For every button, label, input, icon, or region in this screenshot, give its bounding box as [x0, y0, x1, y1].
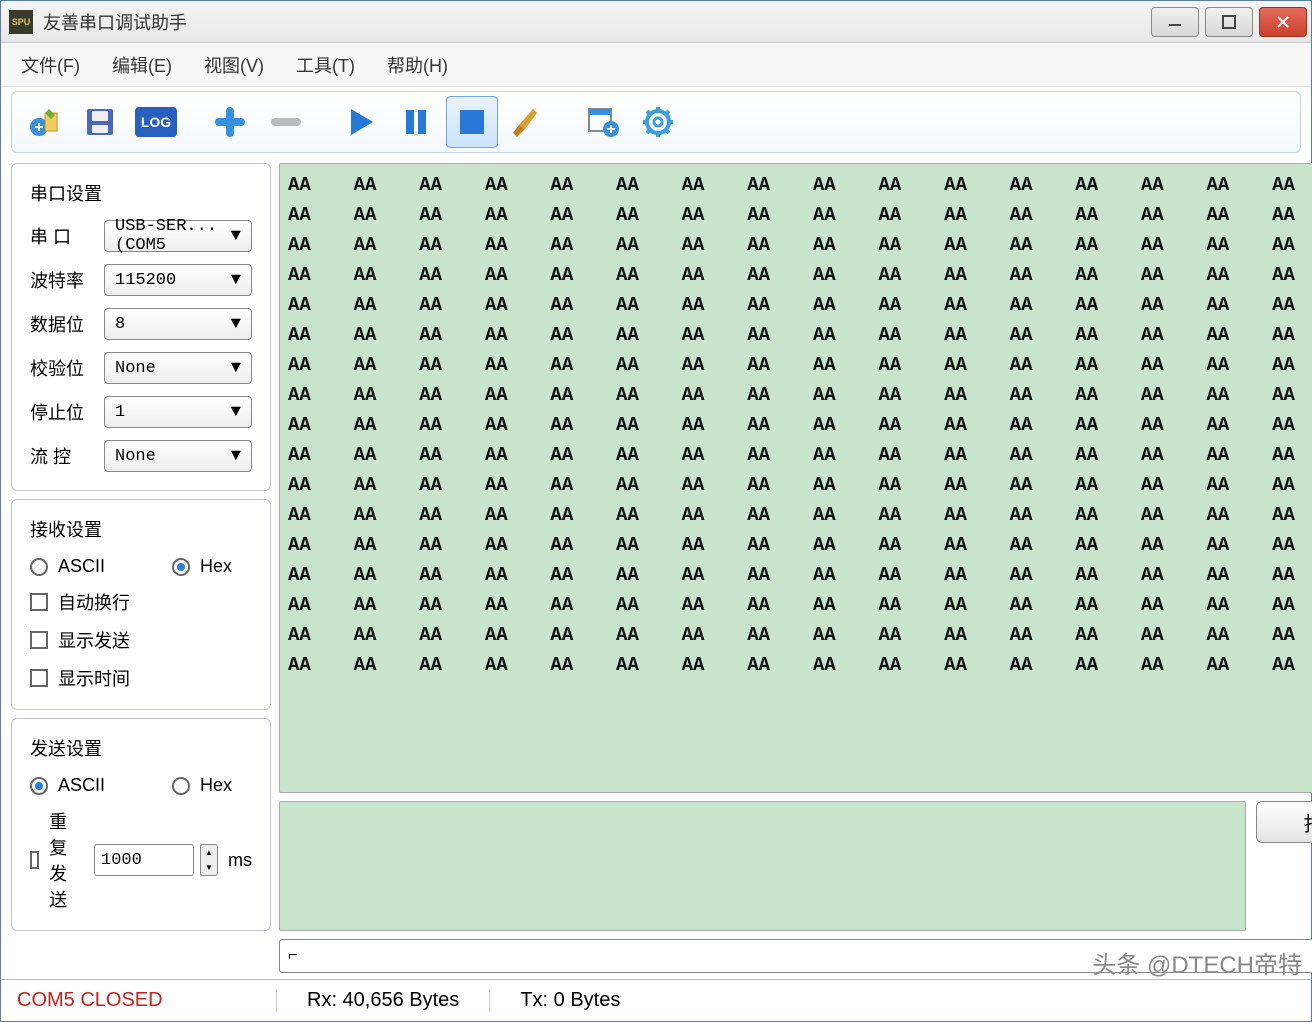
pause-button[interactable] — [390, 96, 442, 148]
show-send-checkbox[interactable] — [30, 631, 48, 649]
send-settings-panel: 发送设置 ASCII Hex 重复发送 1000 ▲▼ ms — [11, 718, 271, 931]
flow-label: 流 控 — [30, 443, 104, 469]
chevron-down-icon: ▼ — [231, 227, 241, 246]
stop-bits-select[interactable]: 1▼ — [104, 396, 252, 428]
rx-ascii-label: ASCII — [58, 556, 105, 577]
spin-up-icon: ▲ — [201, 845, 217, 860]
show-time-checkbox[interactable] — [30, 669, 48, 687]
show-send-label: 显示发送 — [58, 627, 130, 653]
toolbar: LOG — [11, 91, 1301, 153]
chevron-down-icon: ▼ — [231, 271, 241, 290]
minus-button[interactable] — [260, 96, 312, 148]
auto-wrap-label: 自动换行 — [58, 589, 130, 615]
menu-help[interactable]: 帮助(H) — [387, 52, 448, 78]
window-controls — [1145, 7, 1307, 37]
port-select[interactable]: USB-SER...(COM5▼ — [104, 220, 252, 252]
receive-settings-panel: 接收设置 ASCII Hex 自动换行 显示发送 显示时间 — [11, 499, 271, 710]
tx-hex-label: Hex — [200, 775, 232, 796]
flow-select[interactable]: None▼ — [104, 440, 252, 472]
repeat-send-checkbox[interactable] — [30, 851, 39, 869]
plus-button[interactable] — [204, 96, 256, 148]
menu-file[interactable]: 文件(F) — [21, 52, 80, 78]
stop-bits-label: 停止位 — [30, 399, 104, 425]
app-icon: SPU — [9, 10, 33, 34]
repeat-send-label: 重复发送 — [49, 808, 76, 912]
auto-wrap-checkbox[interactable] — [30, 593, 48, 611]
spin-down-icon: ▼ — [201, 860, 217, 875]
main-area: AA AA AA AA AA AA AA AA AA AA AA AA AA A… — [279, 163, 1312, 973]
rx-hex-radio[interactable] — [172, 558, 190, 576]
settings-button[interactable] — [632, 96, 684, 148]
sidebar: 串口设置 串 口 USB-SER...(COM5▼ 波特率 115200▼ 数据… — [11, 163, 271, 973]
stop-icon — [455, 105, 489, 139]
menu-tools[interactable]: 工具(T) — [296, 52, 355, 78]
data-bits-label: 数据位 — [30, 311, 104, 337]
parity-select[interactable]: None▼ — [104, 352, 252, 384]
chevron-down-icon: ▼ — [231, 315, 241, 334]
status-rx: Rx: 40,656 Bytes — [307, 989, 490, 1012]
rx-hex-label: Hex — [200, 556, 232, 577]
port-label: 串 口 — [30, 223, 104, 249]
repeat-interval-spinner[interactable]: ▲▼ — [200, 844, 218, 876]
menu-edit[interactable]: 编辑(E) — [112, 52, 172, 78]
menubar: 文件(F) 编辑(E) 视图(V) 工具(T) 帮助(H) — [1, 43, 1311, 87]
window-plus-icon — [585, 105, 619, 139]
gear-icon — [641, 105, 675, 139]
save-button[interactable] — [74, 96, 126, 148]
close-icon — [1275, 14, 1291, 30]
new-window-button[interactable] — [576, 96, 628, 148]
tx-hex-radio[interactable] — [172, 777, 190, 795]
tx-ascii-radio[interactable] — [30, 777, 48, 795]
data-bits-select[interactable]: 8▼ — [104, 308, 252, 340]
receive-display[interactable]: AA AA AA AA AA AA AA AA AA AA AA AA AA A… — [279, 163, 1312, 793]
watermark: 头条 @DTECH帝特 — [1092, 945, 1302, 980]
send-settings-title: 发送设置 — [30, 735, 252, 761]
chevron-down-icon: ▼ — [231, 359, 241, 378]
window-title: 友善串口调试助手 — [43, 9, 1145, 35]
broom-icon — [511, 105, 545, 139]
baud-select[interactable]: 115200▼ — [104, 264, 252, 296]
stop-button[interactable] — [446, 96, 498, 148]
minus-icon — [269, 105, 303, 139]
serial-settings-title: 串口设置 — [30, 180, 252, 206]
baud-label: 波特率 — [30, 267, 104, 293]
content-area: 串口设置 串 口 USB-SER...(COM5▼ 波特率 115200▼ 数据… — [1, 157, 1311, 979]
chevron-down-icon: ▼ — [231, 403, 241, 422]
serial-settings-panel: 串口设置 串 口 USB-SER...(COM5▼ 波特率 115200▼ 数据… — [11, 163, 271, 491]
status-tx: Tx: 0 Bytes — [520, 989, 620, 1012]
status-port: COM5 CLOSED — [17, 989, 277, 1012]
titlebar: SPU 友善串口调试助手 — [1, 1, 1311, 43]
chevron-down-icon: ▼ — [231, 447, 241, 466]
open-port-button[interactable]: 打开 — [1256, 801, 1312, 843]
maximize-button[interactable] — [1205, 7, 1253, 37]
clear-button[interactable] — [502, 96, 554, 148]
svg-text:LOG: LOG — [141, 114, 171, 130]
receive-settings-title: 接收设置 — [30, 516, 252, 542]
add-port-button[interactable] — [18, 96, 70, 148]
plus-icon — [213, 105, 247, 139]
log-button[interactable]: LOG — [130, 96, 182, 148]
menu-view[interactable]: 视图(V) — [204, 52, 264, 78]
send-textarea[interactable] — [279, 801, 1246, 931]
tx-ascii-label: ASCII — [58, 775, 105, 796]
app-window: SPU 友善串口调试助手 文件(F) 编辑(E) 视图(V) 工具(T) 帮助(… — [0, 0, 1312, 1022]
interval-unit: ms — [228, 850, 252, 871]
log-icon: LOG — [135, 107, 177, 137]
maximize-icon — [1221, 14, 1237, 30]
folder-plus-icon — [27, 105, 61, 139]
close-button[interactable] — [1259, 7, 1307, 37]
minimize-button[interactable] — [1151, 7, 1199, 37]
play-button[interactable] — [334, 96, 386, 148]
rx-ascii-radio[interactable] — [30, 558, 48, 576]
repeat-interval-input[interactable]: 1000 — [94, 844, 194, 876]
minimize-icon — [1167, 14, 1183, 30]
show-time-label: 显示时间 — [58, 665, 130, 691]
parity-label: 校验位 — [30, 355, 104, 381]
receive-text: AA AA AA AA AA AA AA AA AA AA AA AA AA A… — [280, 164, 1312, 792]
save-icon — [83, 105, 117, 139]
pause-icon — [399, 105, 433, 139]
play-icon — [343, 105, 377, 139]
statusbar: COM5 CLOSED Rx: 40,656 Bytes Tx: 0 Bytes — [1, 979, 1311, 1021]
